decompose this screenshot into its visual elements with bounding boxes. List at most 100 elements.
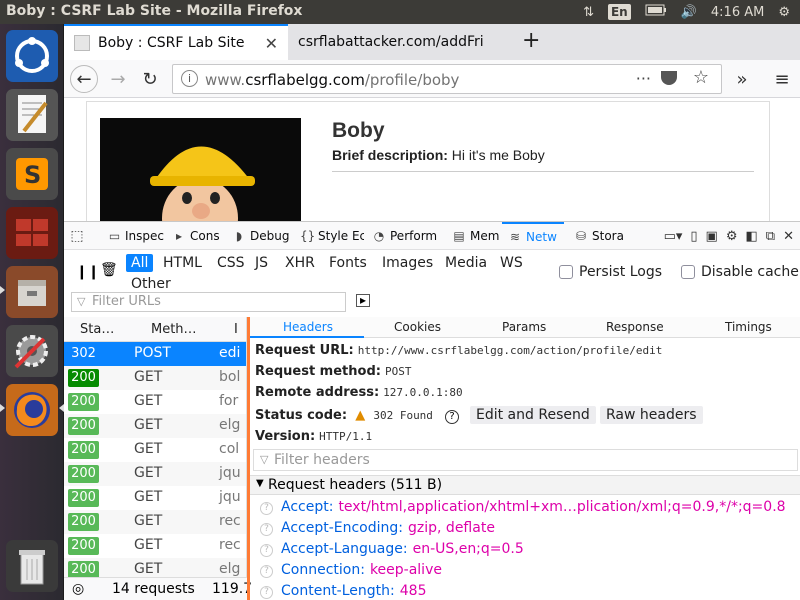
filter-media[interactable]: Media [440,254,492,272]
text-editor-icon[interactable] [6,89,58,141]
header-row[interactable]: Accept-Language: en-US,en;q=0.5 [281,541,524,557]
request-row[interactable]: 200 GET jqu [64,486,246,510]
inspector-icon: ▭ [108,229,121,243]
header-help-icon[interactable]: ? [260,523,273,536]
tab-performance[interactable]: ◔ Perform [372,222,444,250]
request-headers-section[interactable]: ▼ Request headers (511 B) [250,475,800,495]
clear-trash-icon[interactable]: 🗑 [100,262,118,278]
clock[interactable]: 4:16 AM [711,5,764,20]
filter-html[interactable]: HTML [158,254,207,272]
ubuntu-dash-icon[interactable] [6,30,58,82]
request-row[interactable]: 200 GET for [64,390,246,414]
persist-logs-checkbox[interactable]: Persist Logs [559,264,662,280]
tab-params[interactable]: Params [502,320,546,334]
sublime-text-icon[interactable]: S [6,148,58,200]
column-file[interactable]: I [234,322,238,337]
site-info-icon[interactable]: i [181,70,198,87]
filter-css[interactable]: CSS [212,254,250,272]
tab-style-editor[interactable]: {} Style Ec [300,222,364,250]
hamburger-menu-icon[interactable]: ≡ [768,65,796,93]
dock-side-icon[interactable]: ◧ [746,229,758,244]
bookmark-star-icon[interactable]: ☆ [693,67,709,88]
filter-fonts[interactable]: Fonts [324,254,372,272]
tab-headers[interactable]: Headers [283,320,333,334]
header-row[interactable]: Content-Length: 485 [281,583,426,599]
responsive-mode-icon[interactable]: ▯ [690,229,697,244]
header-row[interactable]: Accept: text/html,application/xhtml+xm…pl… [281,499,786,515]
tab-storage[interactable]: ⛁ Stora [574,222,626,250]
filter-xhr[interactable]: XHR [280,254,320,272]
pocket-icon[interactable] [661,71,677,85]
request-file: elg [219,561,241,577]
filter-ws[interactable]: WS [495,254,528,272]
header-help-icon[interactable]: ? [260,565,273,578]
request-row[interactable]: 200 GET rec [64,534,246,558]
checkbox-box [681,265,695,279]
tab-response[interactable]: Response [606,320,664,334]
file-manager-icon[interactable] [6,266,58,318]
request-row[interactable]: 200 GET elg [64,414,246,438]
tab-network[interactable]: ≋ Netw [502,222,564,250]
tab-cookies[interactable]: Cookies [394,320,441,334]
page-actions-icon[interactable]: ··· [636,69,651,88]
header-row[interactable]: Connection: keep-alive [281,562,442,578]
filter-js[interactable]: JS [250,254,273,272]
header-help-icon[interactable]: ? [260,586,273,599]
filter-headers-input[interactable]: ▽ Filter headers [253,449,798,471]
tab-console[interactable]: ▸ Cons [172,222,222,250]
settings-gear-icon[interactable]: ⚙ [726,229,738,244]
edit-and-resend-button[interactable]: Edit and Resend [470,406,596,424]
brief-description: Brief description: Hi it's me Boby [332,147,545,163]
tab-memory[interactable]: ▤ Mem [452,222,504,250]
header-help-icon[interactable]: ? [260,502,273,515]
column-status[interactable]: Sta… [80,322,114,337]
tab-inspector[interactable]: ▭ Inspec [108,222,164,250]
keyboard-layout-indicator[interactable]: En [607,4,631,20]
header-row[interactable]: Accept-Encoding: gzip, deflate [281,520,495,536]
separate-window-icon[interactable]: ⧉ [766,229,775,244]
pause-icon[interactable]: ❙❙ [76,264,99,280]
tab-boby-profile[interactable]: Boby : CSRF Lab Site ✕ [64,24,288,60]
request-row[interactable]: 200 GET jqu [64,462,246,486]
settings-gear-icon[interactable]: ⚙ [778,5,790,20]
back-arrow-icon[interactable]: ← [70,65,98,93]
reload-icon[interactable]: ↻ [136,65,164,93]
battery-icon[interactable] [645,4,667,20]
forward-arrow-icon[interactable]: → [104,65,132,93]
disable-cache-checkbox[interactable]: Disable cache [681,264,799,280]
request-row[interactable]: 200 GET bol [64,366,246,390]
raw-headers-button[interactable]: Raw headers [600,406,703,424]
tab-timings[interactable]: Timings [725,320,772,334]
version-row: Version: HTTP/1.1 [255,429,372,444]
tab-attacker-site[interactable]: csrflabattacker.com/addFri [288,24,514,60]
tab-close-icon[interactable]: ✕ [265,34,278,53]
element-picker-icon[interactable]: ⬚ [70,222,96,250]
firefox-icon[interactable] [6,384,58,436]
performance-analysis-icon[interactable]: ◎ [72,581,84,597]
filter-other[interactable]: Other [126,275,176,293]
filter-all[interactable]: All [126,254,154,272]
filter-images[interactable]: Images [377,254,438,272]
filter-urls-input[interactable]: ▽ Filter URLs [71,292,346,312]
address-bar[interactable]: i www.csrflabelgg.com/profile/boby ··· ☆ [172,64,722,94]
new-tab-plus-icon[interactable]: + [522,28,540,53]
trash-icon[interactable] [6,540,58,592]
request-row[interactable]: 302 POST edi [64,342,246,366]
request-row[interactable]: 200 GET col [64,438,246,462]
more-tools-chevron-icon[interactable]: ▭▾ [664,229,683,244]
workspace-switcher-icon[interactable] [6,207,58,259]
help-icon[interactable]: ? [445,410,460,424]
status-code-label: Status code: [255,408,348,423]
network-updown-icon[interactable]: ⇅ [583,5,594,20]
request-row[interactable]: 200 GET rec [64,510,246,534]
volume-icon[interactable]: 🔊 [681,5,697,20]
toggle-sidebar-icon[interactable]: ▸ [356,294,370,307]
profile-avatar [100,118,301,221]
overflow-chevron-icon[interactable]: » [728,65,756,93]
close-devtools-icon[interactable]: ✕ [783,229,794,244]
system-settings-icon[interactable] [6,325,58,377]
header-help-icon[interactable]: ? [260,544,273,557]
column-method[interactable]: Meth… [151,322,197,337]
tab-debugger[interactable]: ◗ Debug [232,222,292,250]
console-split-icon[interactable]: ▣ [706,229,718,244]
